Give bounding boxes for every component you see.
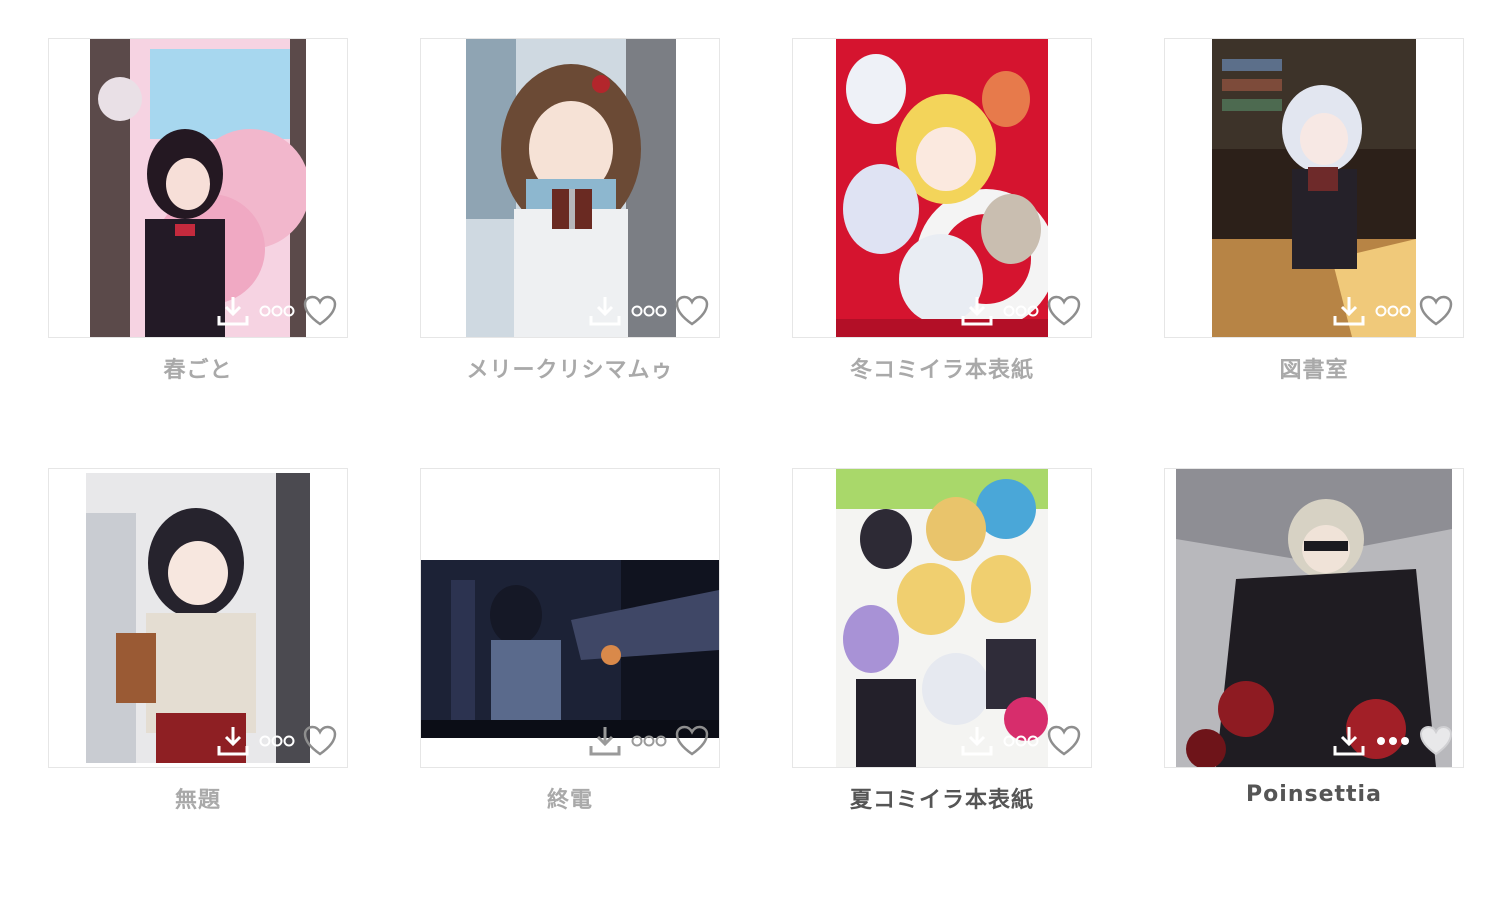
gallery-card: 図書室 [1164,38,1464,468]
download-icon[interactable] [587,294,623,328]
thumbnail-frame[interactable] [48,468,348,768]
card-toolbar [959,293,1081,329]
more-dots-icon[interactable] [259,734,295,748]
gallery-card: 冬コミイラ本表紙 [792,38,1092,468]
gallery-card: Poinsettia [1164,468,1464,898]
illustration-gallery: 春ごと メリークリシマムゥ 冬コミイラ本表紙 図書室 無題 終電 夏コミイラ本表… [48,38,1464,898]
card-toolbar [587,723,709,759]
download-icon[interactable] [215,724,251,758]
heart-icon[interactable] [675,295,709,327]
artwork-title[interactable]: 夏コミイラ本表紙 [792,782,1092,814]
download-icon[interactable] [587,724,623,758]
heart-icon[interactable] [1047,725,1081,757]
more-dots-icon[interactable] [1375,734,1411,748]
thumbnail-frame[interactable] [420,38,720,338]
more-dots-icon[interactable] [1003,304,1039,318]
card-toolbar [959,723,1081,759]
card-toolbar [215,293,337,329]
artwork-title[interactable]: 冬コミイラ本表紙 [792,352,1092,384]
thumbnail-frame[interactable] [1164,38,1464,338]
more-dots-icon[interactable] [631,304,667,318]
download-icon[interactable] [1331,294,1367,328]
heart-icon[interactable] [1419,295,1453,327]
gallery-card: メリークリシマムゥ [420,38,720,468]
thumbnail-frame[interactable] [48,38,348,338]
artwork-thumbnail[interactable] [86,473,310,763]
more-dots-icon[interactable] [1003,734,1039,748]
thumbnail-frame[interactable] [1164,468,1464,768]
heart-icon[interactable] [1047,295,1081,327]
thumbnail-frame[interactable] [792,468,1092,768]
card-toolbar [1331,723,1453,759]
heart-icon[interactable] [303,295,337,327]
more-dots-icon[interactable] [631,734,667,748]
gallery-card: 春ごと [48,38,348,468]
more-dots-icon[interactable] [259,304,295,318]
artwork-thumbnail[interactable] [421,560,719,738]
download-icon[interactable] [959,294,995,328]
thumbnail-frame[interactable] [420,468,720,768]
more-dots-icon[interactable] [1375,304,1411,318]
gallery-card: 無題 [48,468,348,898]
card-toolbar [1331,293,1453,329]
artwork-title[interactable]: Poinsettia [1164,782,1464,807]
download-icon[interactable] [1331,724,1367,758]
card-toolbar [215,723,337,759]
card-toolbar [587,293,709,329]
heart-icon[interactable] [1419,725,1453,757]
artwork-title[interactable]: 春ごと [48,352,348,384]
download-icon[interactable] [215,294,251,328]
gallery-card: 夏コミイラ本表紙 [792,468,1092,898]
artwork-title[interactable]: 無題 [48,782,348,814]
heart-icon[interactable] [303,725,337,757]
artwork-title[interactable]: メリークリシマムゥ [420,352,720,384]
artwork-title[interactable]: 図書室 [1164,352,1464,384]
thumbnail-frame[interactable] [792,38,1092,338]
download-icon[interactable] [959,724,995,758]
heart-icon[interactable] [675,725,709,757]
gallery-card: 終電 [420,468,720,898]
artwork-title[interactable]: 終電 [420,782,720,814]
